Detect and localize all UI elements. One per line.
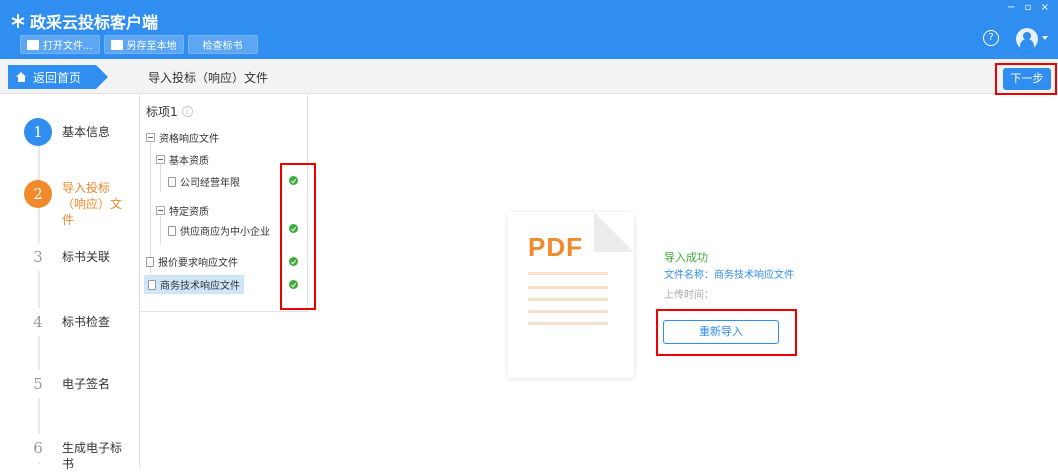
tree-header: 标项1 i [146, 103, 193, 120]
tree-header-label: 标项1 [146, 105, 178, 119]
collapse-icon[interactable] [146, 133, 155, 142]
save-local-label: 另存至本地 [126, 41, 177, 52]
tree-node-label: 特定资质 [169, 207, 209, 218]
avatar[interactable] [1016, 28, 1038, 50]
open-file-button[interactable]: 打开文件... [20, 35, 100, 54]
info-icon[interactable]: i [181, 106, 193, 117]
step-import-file[interactable]: 2 导入投标（响应）文件 [24, 180, 132, 228]
tree-node-special-qual[interactable]: 特定资质 [156, 203, 209, 218]
next-button-highlight [995, 63, 1057, 95]
pdf-line [528, 310, 608, 313]
tree-node-business-tech[interactable]: 商务技术响应文件 [144, 275, 244, 294]
reimport-highlight [656, 309, 797, 356]
step-label: 标书检查 [62, 315, 111, 329]
check-bid-button[interactable]: 检查标书 [187, 35, 258, 54]
step-basic-info[interactable]: 1 基本信息 [24, 118, 132, 146]
tree-node-label: 基本资质 [169, 156, 209, 167]
step-number: 5 [24, 370, 52, 398]
tree-node-label: 资格响应文件 [159, 134, 219, 145]
step-label: 导入投标（响应）文件 [62, 181, 123, 227]
tree-guide [160, 164, 161, 192]
step-number: 1 [24, 118, 52, 146]
open-file-label: 打开文件... [43, 41, 93, 52]
collapse-icon[interactable] [156, 155, 165, 164]
save-local-button[interactable]: 另存至本地 [103, 35, 184, 54]
file-name: 文件名称：商务技术响应文件 [664, 270, 794, 281]
upload-time: 上传时间： [664, 290, 714, 301]
step-bid-link[interactable]: 3 标书关联 [24, 243, 132, 271]
step-number: 3 [24, 243, 52, 271]
home-button[interactable]: 返回首页 [8, 65, 108, 89]
import-status: 导入成功 [664, 251, 708, 264]
title-bar: 政采云投标客户端 打开文件... 另存至本地 检查标书 − ▫ × ? [0, 0, 1058, 59]
sub-header: 返回首页 导入投标（响应）文件 下一步 [0, 59, 1058, 95]
tree-node-company-years[interactable]: 公司经营年限 [168, 174, 240, 189]
tree-node-label: 公司经营年限 [180, 178, 240, 189]
document-icon [168, 176, 176, 187]
pdf-line [528, 286, 608, 289]
app-logo-icon [11, 14, 25, 28]
check-bid-label: 检查标书 [202, 41, 243, 52]
step-label: 生成电子标书 [62, 441, 123, 471]
tree-node-label: 报价要求响应文件 [158, 258, 238, 269]
home-icon [16, 72, 27, 82]
page-fold [594, 212, 634, 252]
app-title-text: 政采云投标客户端 [30, 13, 159, 32]
step-bid-check[interactable]: 4 标书检查 [24, 308, 132, 336]
tree-node-basic-qual[interactable]: 基本资质 [156, 152, 209, 167]
pdf-file-icon: PDF [508, 212, 634, 378]
step-generate-bid[interactable]: 6 生成电子标书 [24, 434, 132, 472]
step-number: 6 [24, 434, 52, 462]
step-label: 标书关联 [62, 250, 111, 264]
home-label: 返回首页 [33, 70, 82, 85]
tree-node-label: 商务技术响应文件 [160, 281, 240, 292]
collapse-icon[interactable] [156, 206, 165, 215]
toolbar: 打开文件... 另存至本地 检查标书 [20, 35, 258, 54]
document-icon [168, 225, 176, 236]
step-label: 基本信息 [62, 125, 111, 139]
pdf-line [528, 298, 608, 301]
step-label: 电子签名 [62, 377, 111, 391]
step-e-signature[interactable]: 5 电子签名 [24, 370, 132, 398]
tree-node-sme[interactable]: 供应商应为中小企业 [168, 223, 270, 238]
document-icon [146, 256, 154, 267]
pdf-line [528, 322, 608, 325]
save-icon [110, 39, 123, 50]
chevron-down-icon[interactable] [1042, 36, 1048, 40]
tree-guide [160, 216, 161, 244]
app-title: 政采云投标客户端 [10, 9, 158, 33]
tree-node-price[interactable]: 报价要求响应文件 [146, 254, 238, 269]
tree-node-qualification[interactable]: 资格响应文件 [146, 130, 219, 145]
help-icon[interactable]: ? [983, 30, 999, 46]
tree-node-label: 供应商应为中小企业 [180, 227, 270, 238]
step-sidebar: 1 基本信息 2 导入投标（响应）文件 3 标书关联 4 标书检查 5 电子签名… [0, 94, 140, 471]
step-connector [38, 124, 40, 464]
step-number: 4 [24, 308, 52, 336]
folder-icon [27, 39, 39, 50]
pdf-line [528, 272, 608, 275]
section-title: 导入投标（响应）文件 [148, 71, 269, 85]
window-controls[interactable]: − ▫ × [1007, 2, 1052, 13]
pdf-label: PDF [528, 232, 583, 262]
step-number: 2 [24, 180, 52, 208]
document-icon [148, 279, 156, 290]
